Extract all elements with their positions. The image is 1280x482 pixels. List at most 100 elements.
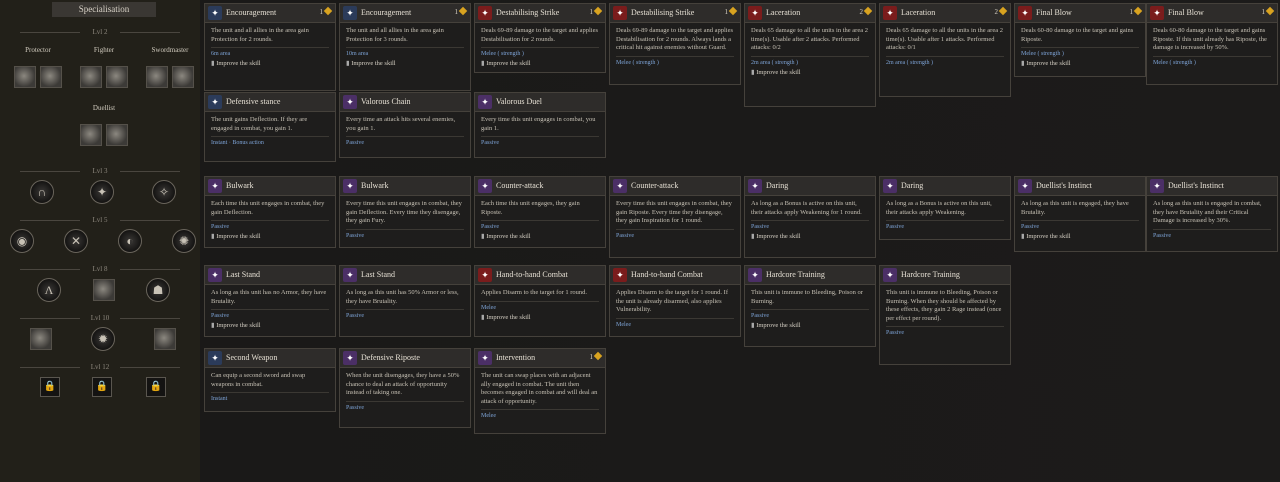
skill-range: Passive (346, 228, 464, 240)
valorous-duel-skill-icon[interactable]: ✧ (152, 180, 176, 204)
fighter-armor-icon[interactable] (106, 66, 128, 88)
skill-icon: ✦ (613, 179, 627, 193)
duellist-armor-icon[interactable] (106, 124, 128, 146)
skill-description: As long as this unit has 50% Armor or le… (346, 289, 459, 305)
skill-icon: ✦ (208, 268, 222, 282)
improve-skill-button[interactable]: Improve the skill (481, 313, 599, 322)
intervention-skill-icon[interactable] (154, 328, 176, 350)
skill-icon: ✦ (883, 179, 897, 193)
bulwark-skill-icon[interactable]: ◉ (10, 229, 34, 253)
duellists-instinct-skill-icon[interactable]: ✺ (172, 229, 196, 253)
hardcore-training-skill-icon[interactable]: ☗ (146, 278, 170, 302)
card-header: ✦ Counter-attack (475, 177, 605, 196)
skill-title: Duellist's Instinct (1036, 181, 1092, 190)
hand-to-hand-skill-icon[interactable] (93, 279, 115, 301)
improve-skill-button[interactable]: Improve the skill (1021, 59, 1139, 68)
skill-card[interactable]: ✦ Defensive Riposte When the unit disengag… (339, 348, 471, 428)
card-header: ✦ Destabilising Strike 1 (610, 4, 740, 23)
skill-card[interactable]: ✦ Hardcore Training This unit is immune to… (879, 265, 1011, 365)
skill-card[interactable]: ✦ Bulwark Every time this unit engages in … (339, 176, 471, 248)
action-cost: 1 (725, 6, 738, 16)
improve-skill-button[interactable]: Improve the skill (751, 321, 869, 330)
defensive-stance-skill-icon[interactable]: ∩ (30, 180, 54, 204)
skill-description: As long as a Bonus is active on this uni… (751, 200, 862, 216)
second-weapon-skill-icon[interactable] (30, 328, 52, 350)
skill-range: Passive (751, 309, 869, 320)
swordmaster-armor-icon[interactable] (172, 66, 194, 88)
skill-range: Passive (346, 136, 464, 147)
skill-card[interactable]: ✦ Destabilising Strike 1 Deals 69-89 damage… (474, 3, 606, 73)
skill-description: Every time this unit engages in combat, … (346, 200, 462, 224)
fighter-weapon-icon[interactable] (80, 66, 102, 88)
skill-card[interactable]: ✦ Last Stand As long as this unit has 50% … (339, 265, 471, 337)
last-stand-skill-icon[interactable]: Λ (37, 278, 61, 302)
card-header: ✦ Hardcore Training (745, 266, 875, 285)
skill-card[interactable]: ✦ Hardcore Training This unit is immune to… (744, 265, 876, 347)
improve-skill-button[interactable]: Improve the skill (211, 321, 329, 330)
card-header: ✦ Defensive stance (205, 93, 335, 112)
skill-card[interactable]: ✦ Destabilising Strike 1 Deals 69-89 damage… (609, 3, 741, 85)
level-label: Lvl 10 (0, 313, 200, 323)
valorous-chain-skill-icon[interactable]: ✦ (90, 180, 114, 204)
skill-description: Deals 60-80 damage to the target and gai… (1153, 27, 1267, 51)
skill-title: Destabilising Strike (496, 8, 560, 17)
improve-skill-button[interactable]: Improve the skill (211, 59, 329, 68)
skill-title: Final Blow (1036, 8, 1072, 17)
class-protector-label: Protector (25, 46, 51, 54)
skill-card[interactable]: ✦ Valorous Duel Every time this unit engag… (474, 92, 606, 158)
improve-skill-button[interactable]: Improve the skill (481, 59, 599, 68)
protector-weapon-icon[interactable] (14, 66, 36, 88)
skill-title: Defensive Riposte (361, 353, 420, 362)
skill-card[interactable]: ✦ Final Blow 1 Deals 60-80 damage to the ta… (1014, 3, 1146, 77)
specialisation-title: Specialisation (52, 2, 156, 17)
skill-title: Defensive stance (226, 97, 281, 106)
improve-skill-button[interactable]: Improve the skill (481, 232, 599, 241)
skill-description: Deals 69-89 damage to the target and app… (481, 27, 599, 43)
skill-card[interactable]: ✦ Daring As long as a Bonus is active on t… (744, 176, 876, 258)
skill-description: Each time this unit engages in combat, t… (211, 200, 325, 216)
skill-card[interactable]: ✦ Duellist's Instinct As long as this unit… (1014, 176, 1146, 252)
skill-card[interactable]: ✦ Hand-to-hand Combat Applies Disarm to th… (609, 265, 741, 337)
skill-card[interactable]: ✦ Valorous Chain Every time an attack hits… (339, 92, 471, 158)
skill-icon: ✦ (883, 268, 897, 282)
skill-card[interactable]: ✦ Last Stand As long as this unit has no A… (204, 265, 336, 337)
skill-card[interactable]: ✦ Encouragement 1 The unit and all allies i… (204, 3, 336, 91)
card-header: ✦ Encouragement 1 (340, 4, 470, 23)
skill-description: Can equip a second sword and swap weapon… (211, 372, 306, 388)
skill-title: Last Stand (226, 270, 260, 279)
counter-attack-skill-icon[interactable]: ✕ (64, 229, 88, 253)
skill-card[interactable]: ✦ Bulwark Each time this unit engages in c… (204, 176, 336, 248)
skill-card[interactable]: ✦ Laceration 2 Deals 65 damage to all the u… (879, 3, 1011, 97)
cost-value: 1 (1261, 8, 1266, 16)
skill-card[interactable]: ✦ Hand-to-hand Combat Applies Disarm to th… (474, 265, 606, 337)
skill-card[interactable]: ✦ Second Weapon Can equip a second sword a… (204, 348, 336, 412)
improve-skill-button[interactable]: Improve the skill (751, 232, 869, 241)
card-header: ✦ Hand-to-hand Combat (475, 266, 605, 285)
skill-title: Laceration (766, 8, 801, 17)
protector-armor-icon[interactable] (40, 66, 62, 88)
skill-card[interactable]: ✦ Laceration 2 Deals 65 damage to all the u… (744, 3, 876, 107)
daring-skill-icon[interactable]: ◐ (118, 229, 142, 253)
card-header: ✦ Last Stand (340, 266, 470, 285)
skill-card[interactable]: ✦ Counter-attack Every time this unit enga… (609, 176, 741, 258)
skill-card[interactable]: ✦ Counter-attack Each time this unit engag… (474, 176, 606, 248)
skill-card[interactable]: ✦ Daring As long as a Bonus is active on t… (879, 176, 1011, 240)
improve-skill-button[interactable]: Improve the skill (751, 68, 869, 77)
duellist-weapon-icon[interactable] (80, 124, 102, 146)
card-header: ✦ Final Blow 1 (1147, 4, 1277, 23)
improve-skill-button[interactable]: Improve the skill (346, 59, 464, 68)
diamond-icon (1133, 6, 1143, 16)
skill-card[interactable]: ✦ Final Blow 1 Deals 60-80 damage to the ta… (1146, 3, 1278, 85)
skill-card[interactable]: ✦ Intervention 1 The unit can swap places w… (474, 348, 606, 434)
skill-title: Bulwark (226, 181, 254, 190)
improve-skill-button[interactable]: Improve the skill (1021, 232, 1139, 241)
improve-skill-button[interactable]: Improve the skill (211, 232, 329, 241)
skill-description: This unit is immune to Bleeding, Poison … (886, 289, 1002, 322)
skill-card[interactable]: ✦ Defensive stance The unit gains Deflecti… (204, 92, 336, 162)
skill-card[interactable]: ✦ Encouragement 1 The unit and all allies i… (339, 3, 471, 91)
swordmaster-weapon-icon[interactable] (146, 66, 168, 88)
skill-card[interactable]: ✦ Duellist's Instinct As long as this unit… (1146, 176, 1278, 252)
skill-description: As long as a Bonus is active on this uni… (886, 200, 992, 216)
skill-description: Applies Disarm to the target for 1 round… (616, 289, 728, 313)
defensive-riposte-skill-icon[interactable]: ✹ (91, 327, 115, 351)
